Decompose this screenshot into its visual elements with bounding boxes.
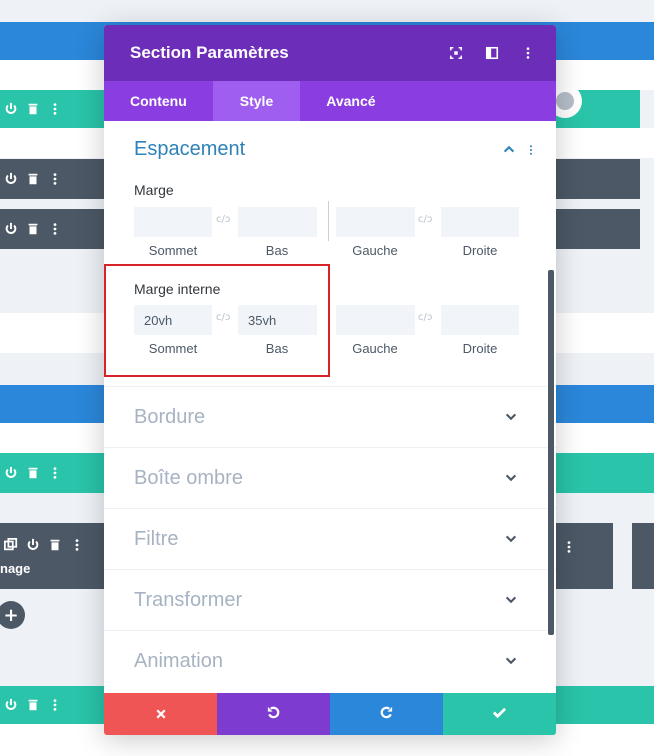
more-vertical-icon[interactable] xyxy=(520,45,536,61)
power-icon[interactable] xyxy=(0,167,22,191)
power-icon[interactable] xyxy=(0,461,22,485)
scrollbar[interactable] xyxy=(548,270,554,635)
link-icon[interactable]: c/ↄ xyxy=(418,214,432,225)
padding-highlight-box xyxy=(104,264,330,377)
module-card[interactable]: nage xyxy=(0,523,104,589)
padding-left-label: Gauche xyxy=(352,341,398,356)
margin-right-input[interactable] xyxy=(441,207,519,237)
more-vertical-icon[interactable] xyxy=(528,142,534,161)
more-vertical-icon[interactable] xyxy=(44,693,66,717)
add-module-button[interactable]: + xyxy=(0,601,25,629)
margin-left-input[interactable] xyxy=(336,207,415,237)
module-card[interactable] xyxy=(556,523,613,589)
toggle-filtre[interactable]: Filtre xyxy=(104,508,556,569)
padding-left-input[interactable] xyxy=(336,305,415,335)
toggle-title: Filtre xyxy=(134,527,179,550)
spacing-section-title[interactable]: Espacement xyxy=(134,138,245,161)
toggle-title: Bordure xyxy=(134,405,206,428)
margin-label: Marge xyxy=(134,182,174,198)
more-vertical-icon[interactable] xyxy=(44,461,66,485)
more-vertical-icon[interactable] xyxy=(66,533,88,557)
padding-right-input[interactable] xyxy=(441,305,519,335)
more-vertical-icon[interactable] xyxy=(44,167,66,191)
modal-title: Section Paramètres xyxy=(130,43,289,62)
trash-icon[interactable] xyxy=(22,693,44,717)
margin-bottom-input[interactable] xyxy=(238,207,317,237)
chevron-up-icon[interactable] xyxy=(502,141,516,160)
undo-button[interactable] xyxy=(217,693,330,735)
link-icon[interactable]: c/ↄ xyxy=(216,214,230,225)
save-button[interactable] xyxy=(443,693,556,735)
margin-top-input[interactable] xyxy=(134,207,212,237)
modal-header: Section Paramètres xyxy=(104,25,556,81)
undo-icon xyxy=(266,705,281,724)
toggle-title: Transformer xyxy=(134,588,243,611)
margin-top-label: Sommet xyxy=(148,243,198,258)
trash-icon[interactable] xyxy=(22,97,44,121)
trash-icon[interactable] xyxy=(22,217,44,241)
margin-right-label: Droite xyxy=(462,243,498,258)
plus-icon: + xyxy=(3,604,19,626)
divider xyxy=(328,201,329,241)
module-card[interactable] xyxy=(632,523,654,589)
power-icon[interactable] xyxy=(22,533,44,557)
toggle-title: Boîte ombre xyxy=(134,466,243,489)
power-icon[interactable] xyxy=(0,217,22,241)
margin-bottom-label: Bas xyxy=(265,243,289,258)
cancel-button[interactable] xyxy=(104,693,217,735)
more-vertical-icon[interactable] xyxy=(44,97,66,121)
chevron-down-icon[interactable] xyxy=(504,531,518,550)
toggle-bordure[interactable]: Bordure xyxy=(104,386,556,447)
chevron-down-icon[interactable] xyxy=(504,409,518,428)
fullscreen-icon[interactable] xyxy=(448,45,464,61)
settings-modal: Section Paramètres Contenu Style Avancé … xyxy=(104,25,556,735)
duplicate-icon[interactable] xyxy=(0,533,22,557)
link-icon[interactable]: c/ↄ xyxy=(418,312,432,323)
redo-icon xyxy=(379,705,394,724)
check-icon xyxy=(492,705,507,724)
chevron-down-icon[interactable] xyxy=(504,592,518,611)
more-vertical-icon[interactable] xyxy=(558,535,580,559)
modal-footer xyxy=(104,693,556,735)
tab-avance[interactable]: Avancé xyxy=(300,81,401,121)
trash-icon[interactable] xyxy=(22,461,44,485)
gear-icon xyxy=(556,92,574,110)
split-view-icon[interactable] xyxy=(484,45,500,61)
module-label: nage xyxy=(0,561,31,576)
tab-contenu[interactable]: Contenu xyxy=(104,81,213,121)
close-icon xyxy=(155,705,167,724)
tab-bar: Contenu Style Avancé xyxy=(104,81,556,121)
tab-style[interactable]: Style xyxy=(212,81,301,121)
trash-icon[interactable] xyxy=(44,533,66,557)
toggle-title: Animation xyxy=(134,649,223,672)
chevron-down-icon[interactable] xyxy=(504,470,518,489)
redo-button[interactable] xyxy=(330,693,443,735)
power-icon[interactable] xyxy=(0,693,22,717)
power-icon[interactable] xyxy=(0,97,22,121)
margin-left-label: Gauche xyxy=(352,243,398,258)
toggle-boite-ombre[interactable]: Boîte ombre xyxy=(104,447,556,508)
toggle-animation[interactable]: Animation xyxy=(104,630,556,691)
more-vertical-icon[interactable] xyxy=(44,217,66,241)
chevron-down-icon[interactable] xyxy=(504,653,518,672)
toggle-transformer[interactable]: Transformer xyxy=(104,569,556,630)
trash-icon[interactable] xyxy=(22,167,44,191)
padding-right-label: Droite xyxy=(462,341,498,356)
